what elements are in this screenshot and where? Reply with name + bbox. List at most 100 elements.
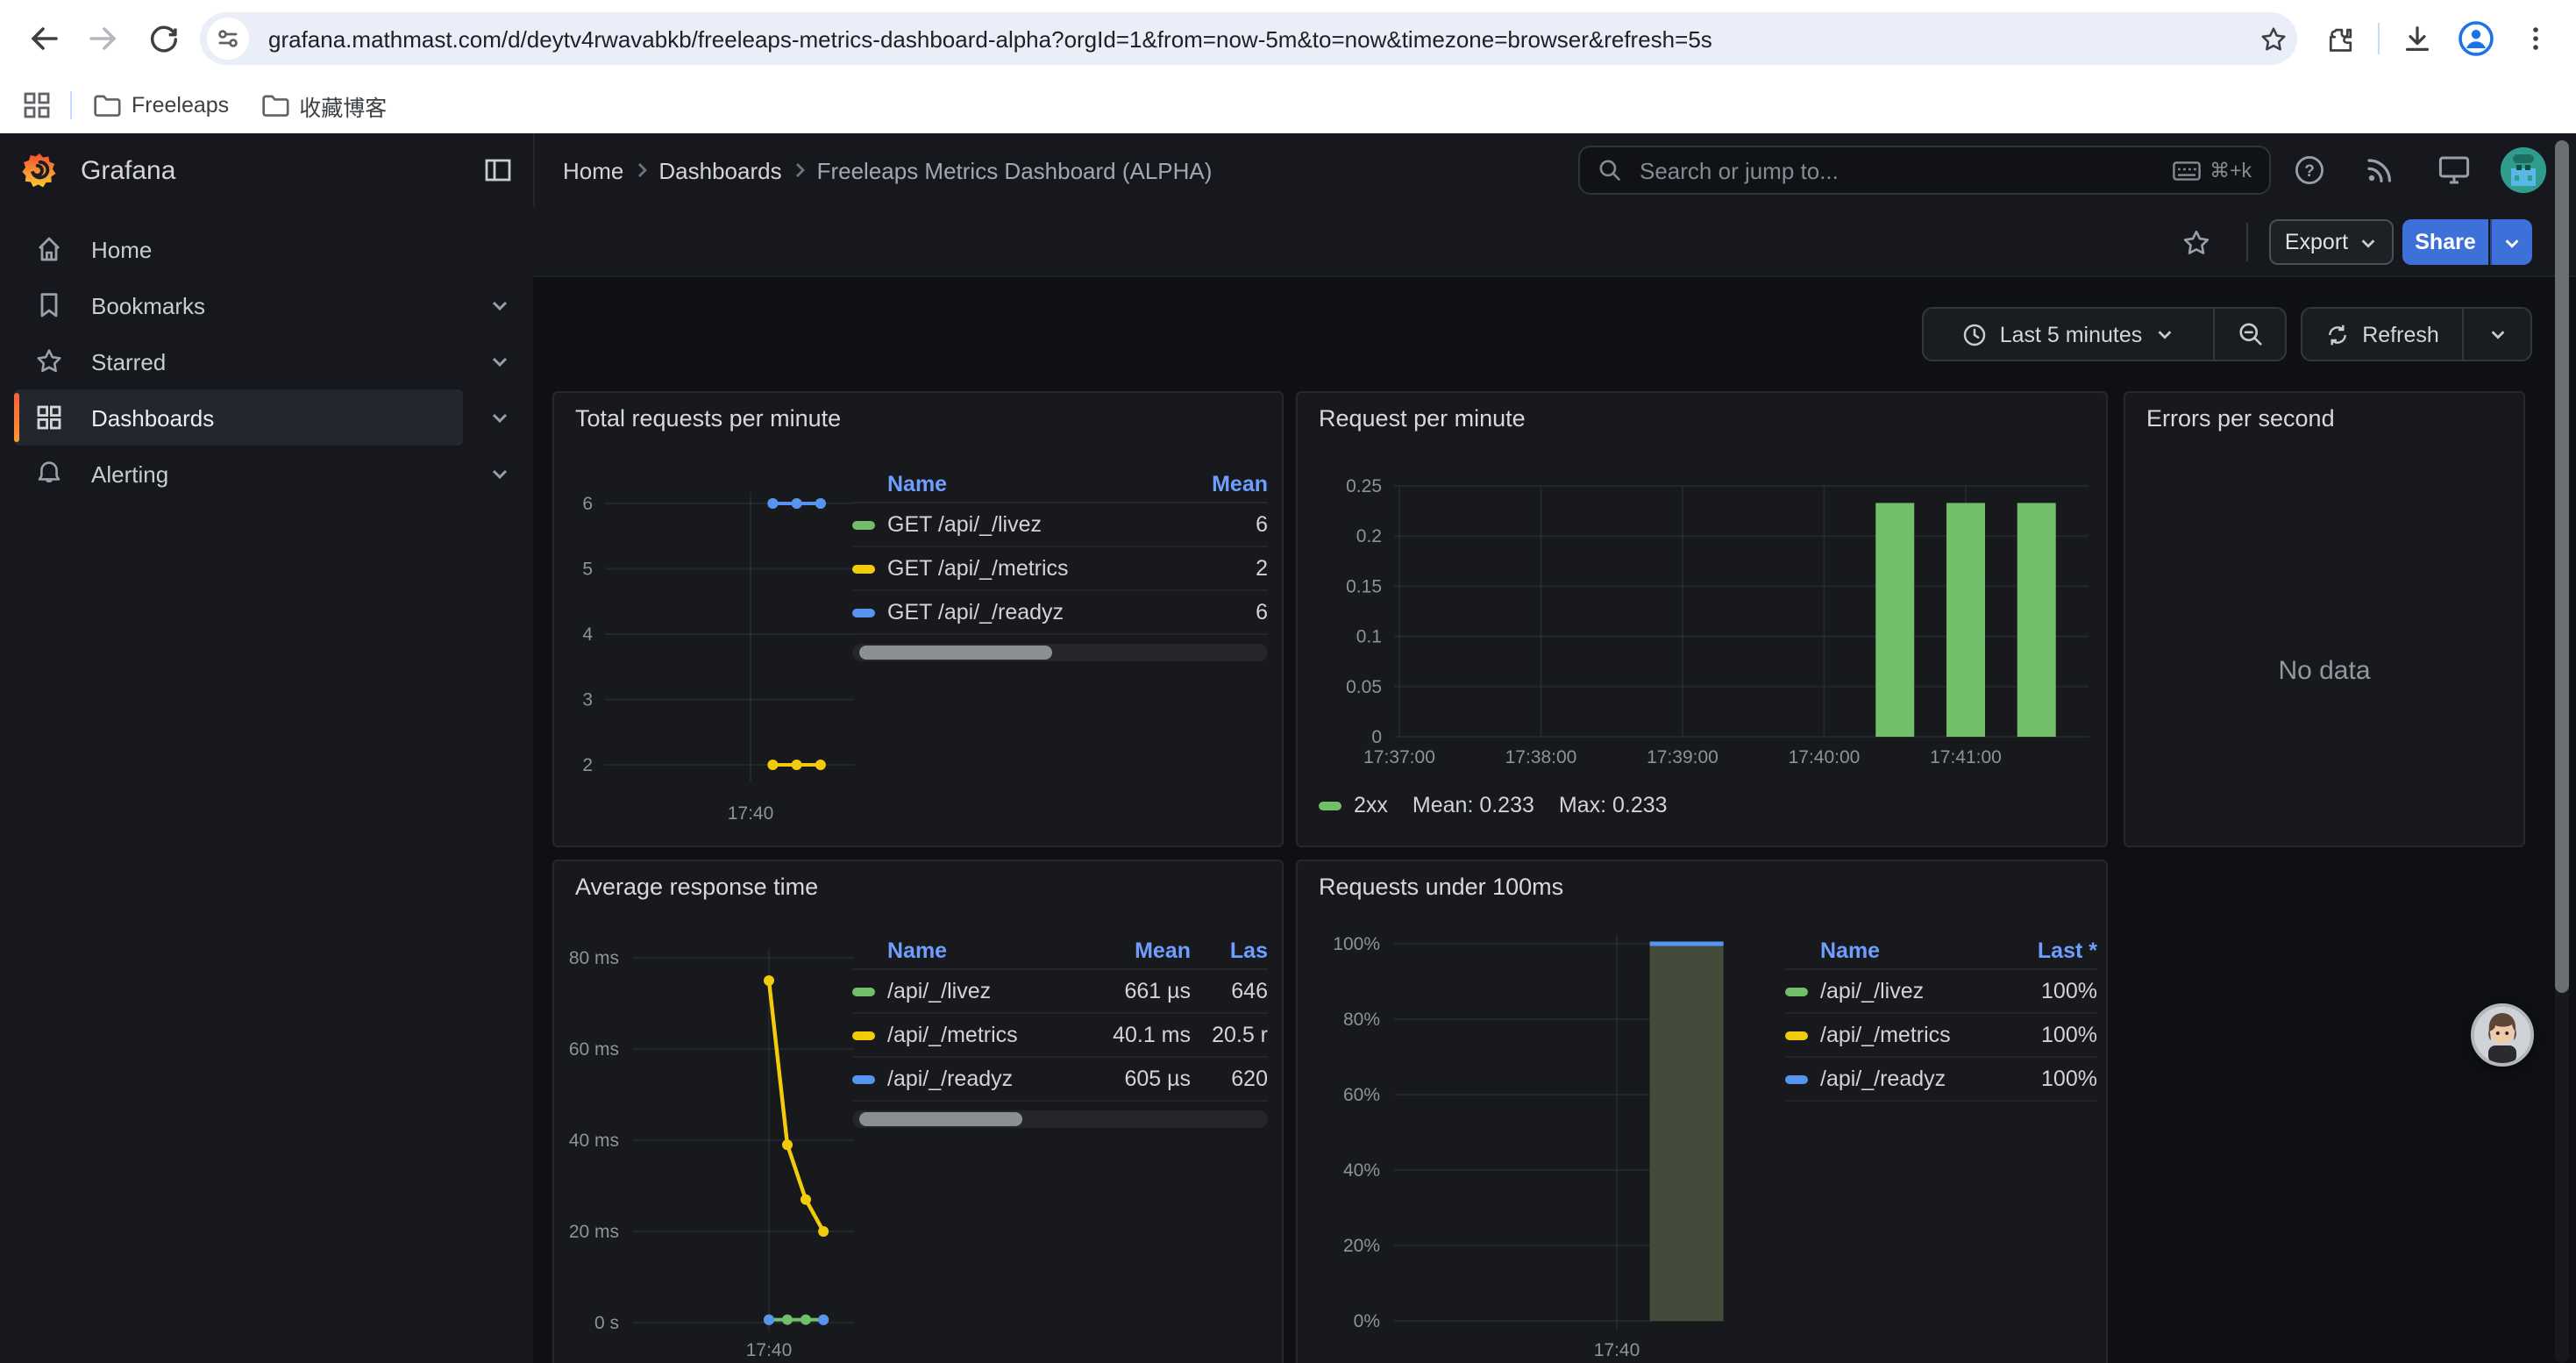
series-name[interactable]: /api/_/livez bbox=[1820, 979, 2010, 1003]
bookmark-folder-blogs[interactable]: 收藏博客 bbox=[260, 89, 387, 122]
panel-title[interactable]: Requests under 100ms bbox=[1319, 874, 1563, 900]
legend-scrollbar[interactable] bbox=[852, 644, 1268, 661]
breadcrumb-home[interactable]: Home bbox=[563, 157, 623, 183]
sidebar-item-starred[interactable]: Starred bbox=[0, 333, 533, 389]
legend-header-mean[interactable]: Mean bbox=[1092, 938, 1191, 963]
panel-title[interactable]: Errors per second bbox=[2146, 405, 2335, 432]
refresh-label: Refresh bbox=[2362, 322, 2439, 346]
zoom-out-icon bbox=[2237, 321, 2263, 347]
display-button[interactable] bbox=[2437, 154, 2471, 186]
search-box[interactable]: ⌘+k bbox=[1578, 146, 2271, 195]
sidebar-item-home[interactable]: Home bbox=[0, 221, 533, 277]
scrollbar-thumb[interactable] bbox=[859, 646, 1052, 660]
legend-header-name[interactable]: Name bbox=[852, 938, 1092, 963]
bookmark-folder-freeleaps[interactable]: Freeleaps bbox=[93, 93, 229, 118]
bookmark-page-button[interactable] bbox=[2248, 9, 2297, 68]
legend-scrollbar[interactable] bbox=[852, 1110, 1268, 1128]
legend-header-name[interactable]: Name bbox=[1785, 938, 2010, 963]
search-icon bbox=[1598, 158, 1622, 182]
panel-request-per-minute[interactable]: Request per minute 0.250.20.150.10.05017… bbox=[1296, 391, 2108, 847]
back-button[interactable] bbox=[14, 9, 74, 68]
address-bar[interactable] bbox=[200, 12, 2297, 65]
chevron-down-icon[interactable] bbox=[489, 351, 510, 372]
browser-menu-button[interactable] bbox=[2506, 9, 2565, 68]
svg-text:2: 2 bbox=[582, 755, 593, 775]
svg-text:17:40: 17:40 bbox=[728, 803, 774, 824]
legend-header-name[interactable]: Name bbox=[852, 472, 1180, 496]
sidebar-item-bookmarks[interactable]: Bookmarks bbox=[0, 277, 533, 333]
share-menu-button[interactable] bbox=[2490, 219, 2532, 265]
legend-row[interactable]: /api/_/livez 661 µs 646 bbox=[852, 970, 1268, 1014]
refresh-button[interactable]: Refresh bbox=[2302, 309, 2462, 360]
favorite-dashboard-button[interactable] bbox=[2181, 228, 2211, 258]
assistant-avatar-widget[interactable] bbox=[2471, 1003, 2534, 1067]
legend-header-last[interactable]: Las bbox=[1191, 938, 1268, 963]
bookmark-folder-label: 收藏博客 bbox=[299, 89, 387, 122]
forward-button[interactable] bbox=[74, 9, 133, 68]
series-name[interactable]: /api/_/readyz bbox=[887, 1067, 1092, 1091]
legend-header-last[interactable]: Last * bbox=[2010, 938, 2097, 963]
chevron-down-icon[interactable] bbox=[489, 295, 510, 316]
export-button[interactable]: Export bbox=[2269, 219, 2394, 265]
profile-button[interactable] bbox=[2446, 9, 2506, 68]
chevron-down-icon[interactable] bbox=[489, 463, 510, 484]
site-info-button[interactable] bbox=[207, 18, 249, 60]
panel-requests-under-100ms[interactable]: Requests under 100ms 100%80%60%40%20%0%1… bbox=[1296, 860, 2108, 1363]
scrollbar-thumb[interactable] bbox=[859, 1112, 1022, 1126]
panel-title[interactable]: Total requests per minute bbox=[575, 405, 841, 432]
svg-text:40%: 40% bbox=[1343, 1160, 1380, 1181]
panel-title[interactable]: Request per minute bbox=[1319, 405, 1526, 432]
legend-inline[interactable]: 2xx Mean: 0.233 Max: 0.233 bbox=[1319, 793, 1668, 817]
panel-total-requests-per-minute[interactable]: Total requests per minute 6543217:40 Nam… bbox=[552, 391, 1284, 847]
legend-row[interactable]: /api/_/metrics 100% bbox=[1785, 1014, 2097, 1058]
search-input[interactable] bbox=[1636, 155, 2173, 185]
series-name[interactable]: /api/_/readyz bbox=[1820, 1067, 2010, 1091]
svg-text:0.25: 0.25 bbox=[1346, 476, 1382, 496]
sidebar-item-dashboards[interactable]: Dashboards bbox=[0, 389, 533, 446]
share-button[interactable]: Share bbox=[2402, 219, 2488, 265]
zoom-out-time-button[interactable] bbox=[2215, 309, 2285, 360]
user-avatar[interactable] bbox=[2501, 147, 2546, 193]
breadcrumb-dashboards[interactable]: Dashboards bbox=[658, 157, 781, 183]
sidebar-item-alerting[interactable]: Alerting bbox=[0, 446, 533, 502]
downloads-button[interactable] bbox=[2387, 9, 2446, 68]
series-mean: 6 bbox=[1180, 600, 1268, 624]
dock-sidebar-icon bbox=[484, 156, 512, 184]
series-name[interactable]: /api/_/livez bbox=[887, 979, 1092, 1003]
time-range-picker[interactable]: Last 5 minutes bbox=[1924, 309, 2213, 360]
chevron-down-icon[interactable] bbox=[489, 407, 510, 428]
grafana-brand-area: Grafana bbox=[0, 133, 535, 207]
legend-row[interactable]: /api/_/metrics 40.1 ms 20.5 r bbox=[852, 1014, 1268, 1058]
extensions-button[interactable] bbox=[2311, 9, 2371, 68]
legend-header-mean[interactable]: Mean bbox=[1180, 472, 1268, 496]
news-button[interactable] bbox=[2364, 154, 2395, 186]
collapse-sidebar-button[interactable] bbox=[484, 156, 512, 184]
series-name[interactable]: GET /api/_/readyz bbox=[887, 600, 1180, 624]
series-name[interactable]: 2xx bbox=[1354, 793, 1388, 817]
series-name[interactable]: GET /api/_/metrics bbox=[887, 556, 1180, 581]
series-mean: 6 bbox=[1180, 512, 1268, 537]
panel-errors-per-second[interactable]: Errors per second No data bbox=[2124, 391, 2525, 847]
legend-row[interactable]: GET /api/_/metrics 2 bbox=[852, 547, 1268, 591]
help-button[interactable]: ? bbox=[2294, 154, 2325, 186]
legend-row[interactable]: /api/_/readyz 605 µs 620 bbox=[852, 1058, 1268, 1102]
help-icon: ? bbox=[2294, 154, 2325, 186]
series-name[interactable]: /api/_/metrics bbox=[887, 1023, 1092, 1047]
legend-row[interactable]: /api/_/livez 100% bbox=[1785, 970, 2097, 1014]
panel-title[interactable]: Average response time bbox=[575, 874, 818, 900]
url-input[interactable] bbox=[265, 24, 2248, 54]
series-name[interactable]: /api/_/metrics bbox=[1820, 1023, 2010, 1047]
side-panel-apps-button[interactable] bbox=[14, 82, 60, 128]
series-last: 100% bbox=[2010, 1023, 2097, 1047]
svg-text:17:40: 17:40 bbox=[1594, 1340, 1640, 1360]
legend-row[interactable]: GET /api/_/livez 6 bbox=[852, 503, 1268, 547]
page-scrollbar-thumb[interactable] bbox=[2555, 140, 2569, 993]
series-name[interactable]: GET /api/_/livez bbox=[887, 512, 1180, 537]
panel-average-response-time[interactable]: Average response time 80 ms60 ms40 ms20 … bbox=[552, 860, 1284, 1363]
refresh-interval-button[interactable] bbox=[2464, 309, 2530, 360]
svg-text:40 ms: 40 ms bbox=[569, 1131, 619, 1151]
legend-row[interactable]: GET /api/_/readyz 6 bbox=[852, 591, 1268, 635]
reload-button[interactable] bbox=[133, 9, 193, 68]
star-outline-icon bbox=[2181, 228, 2211, 258]
legend-row[interactable]: /api/_/readyz 100% bbox=[1785, 1058, 2097, 1102]
